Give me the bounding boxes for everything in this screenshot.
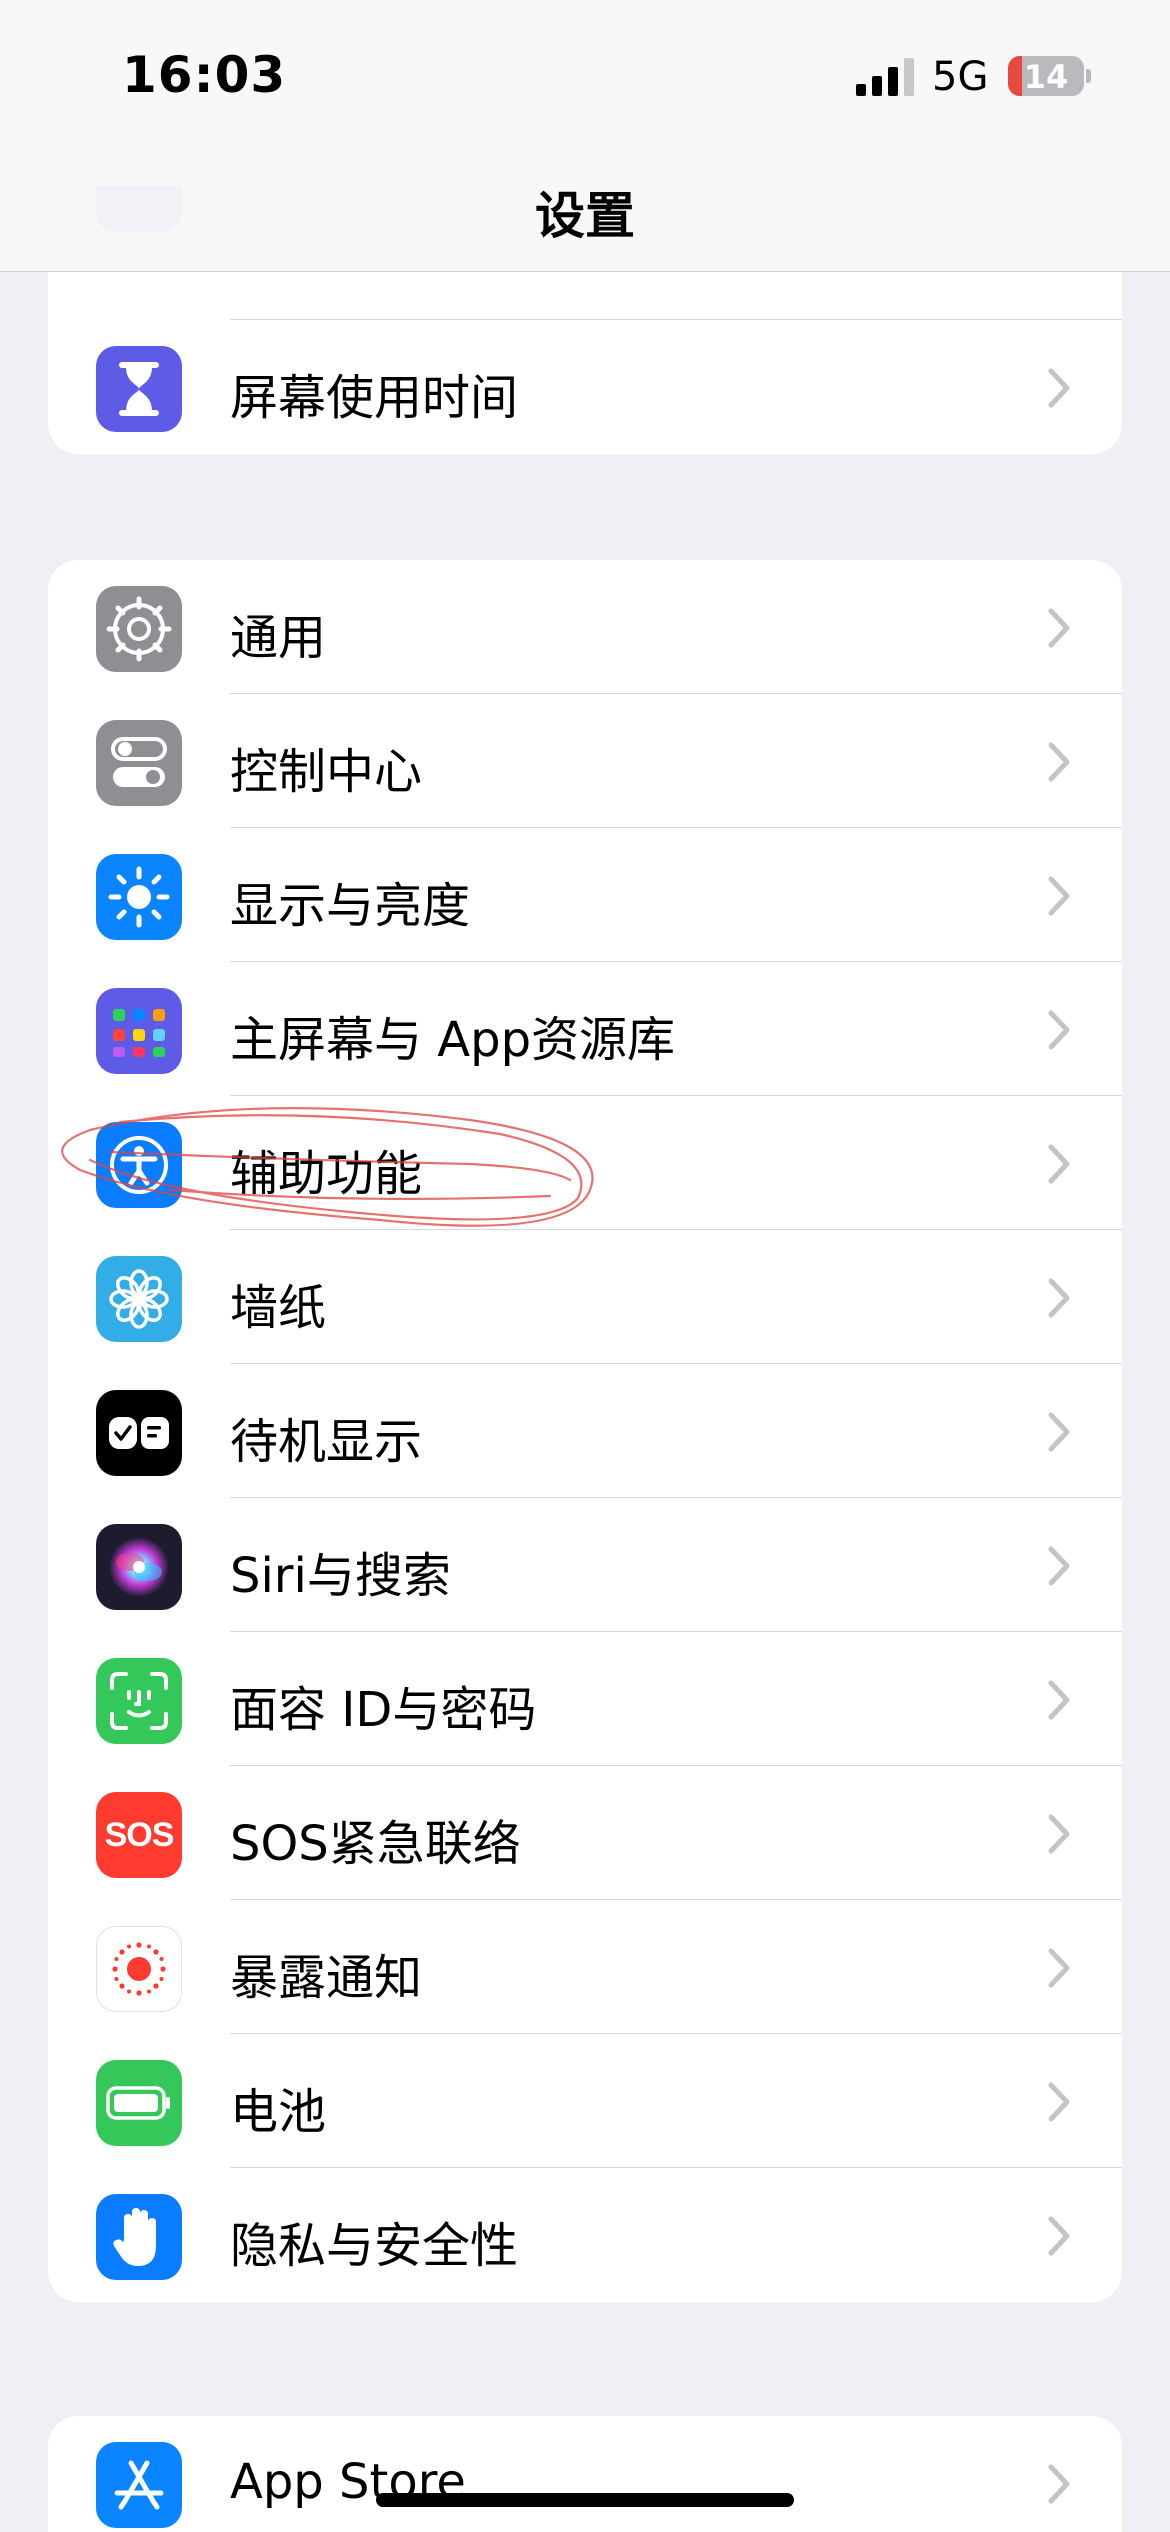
chevron-right-icon [1048, 742, 1070, 782]
standby-icon [96, 1390, 182, 1476]
app-store-icon [96, 2442, 182, 2528]
settings-row-battery[interactable]: 电池 [48, 2034, 1122, 2168]
network-type: 5G [932, 54, 989, 100]
battery-percent: 14 [1023, 58, 1069, 96]
chevron-right-icon [1048, 608, 1070, 648]
settings-row-label: 屏幕使用时间 [230, 370, 519, 426]
status-time: 16:03 [122, 46, 287, 104]
settings-row-label: SOS紧急联络 [230, 1816, 521, 1872]
chevron-right-icon [1048, 1948, 1070, 1988]
sun-icon [96, 854, 182, 940]
settings-row-label: 控制中心 [230, 744, 423, 800]
chevron-right-icon [1048, 2216, 1070, 2256]
chevron-right-icon [1048, 1010, 1070, 1050]
settings-row-exposure[interactable]: 暴露通知 [48, 1900, 1122, 2034]
settings-row-display[interactable]: 显示与亮度 [48, 828, 1122, 962]
settings-row-app-store[interactable]: App Store [48, 2416, 1122, 2532]
settings-row-face-id[interactable]: 面容 ID与密码 [48, 1632, 1122, 1766]
home-grid-icon [96, 988, 182, 1074]
chevron-right-icon [1048, 1412, 1070, 1452]
navigation-bar: 设置 [0, 150, 1170, 272]
home-indicator[interactable] [376, 2493, 794, 2507]
face-id-icon [96, 1658, 182, 1744]
chevron-right-icon [1048, 368, 1070, 408]
settings-row-label: 通用 [230, 610, 327, 666]
chevron-right-icon [1048, 1814, 1070, 1854]
settings-row-label: 主屏幕与 App资源库 [230, 1012, 676, 1068]
chevron-right-icon [1048, 1546, 1070, 1586]
exposure-icon [96, 1926, 182, 2012]
chevron-right-icon [1048, 876, 1070, 916]
status-bar: 16:03 5G 14 [0, 0, 1170, 150]
chevron-right-icon [1048, 1278, 1070, 1318]
settings-row-siri[interactable]: Siri与搜索 [48, 1498, 1122, 1632]
settings-row-control-center[interactable]: 控制中心 [48, 694, 1122, 828]
sos-icon: SOS [96, 1792, 182, 1878]
battery-settings-icon [96, 2060, 182, 2146]
settings-row-label: Siri与搜索 [230, 1548, 451, 1604]
settings-row-label: 电池 [230, 2084, 327, 2140]
sos-icon-text: SOS [104, 1815, 175, 1854]
settings-row-home-screen[interactable]: 主屏幕与 App资源库 [48, 962, 1122, 1096]
hourglass-icon [96, 346, 182, 432]
settings-row-label: 暴露通知 [230, 1950, 423, 2006]
settings-row-label: 墙纸 [230, 1280, 327, 1336]
chevron-right-icon [1048, 2464, 1070, 2504]
settings-row-standby[interactable]: 待机显示 [48, 1364, 1122, 1498]
settings-row-wallpaper[interactable]: 墙纸 [48, 1230, 1122, 1364]
cellular-signal-icon [856, 58, 914, 96]
page-title: 设置 [535, 187, 635, 245]
settings-row-accessibility[interactable]: 辅助功能 [48, 1096, 1122, 1230]
settings-row-label: 隐私与安全性 [230, 2218, 519, 2274]
settings-row-label: 显示与亮度 [230, 878, 471, 934]
accessibility-icon [96, 1122, 182, 1208]
chevron-right-icon [1048, 1144, 1070, 1184]
settings-group-apps: App Store [48, 2416, 1122, 2532]
flower-icon [96, 1256, 182, 1342]
settings-row-label: 辅助功能 [230, 1146, 423, 1202]
settings-row-screen-time[interactable]: 屏幕使用时间 [48, 320, 1122, 454]
settings-group-general: 通用 控制中心 显示与亮度 主屏幕与 App资源库 辅助功能 墙纸 待机显示 S… [48, 560, 1122, 2302]
settings-row-sos[interactable]: SOS SOS紧急联络 [48, 1766, 1122, 1900]
battery-icon: 14 [1008, 56, 1084, 96]
gear-icon [96, 586, 182, 672]
siri-icon [96, 1524, 182, 1610]
settings-row-label: 面容 ID与密码 [230, 1682, 537, 1738]
settings-row-privacy[interactable]: 隐私与安全性 [48, 2168, 1122, 2302]
hand-icon [96, 2194, 182, 2280]
chevron-right-icon [1048, 2082, 1070, 2122]
chevron-right-icon [1048, 1680, 1070, 1720]
settings-row-label: 待机显示 [230, 1414, 423, 1470]
settings-row-general[interactable]: 通用 [48, 560, 1122, 694]
battery-cap [1086, 69, 1091, 83]
toggles-icon [96, 720, 182, 806]
